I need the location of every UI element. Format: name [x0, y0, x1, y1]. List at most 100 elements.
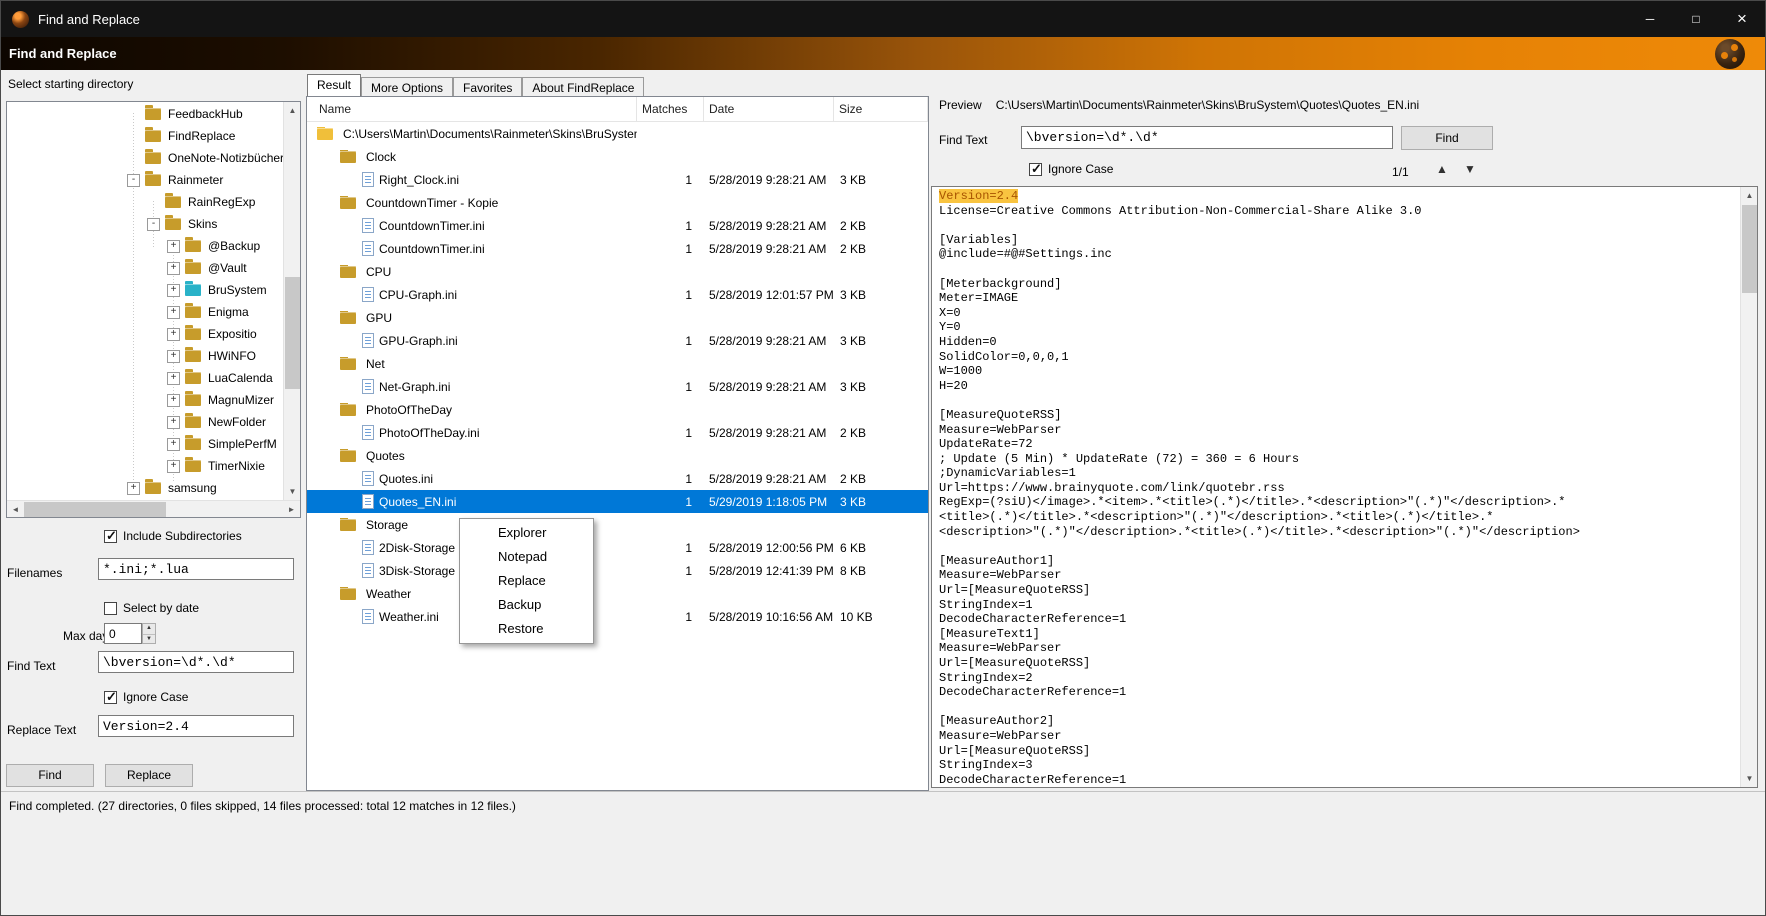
- expand-icon[interactable]: +: [167, 415, 180, 429]
- result-row-right-clock-ini[interactable]: Right_Clock.ini 1 5/28/2019 9:28:21 AM 3 KB: [307, 168, 928, 191]
- replace-button[interactable]: Replace: [105, 764, 193, 787]
- context-menu-item-backup[interactable]: Backup: [460, 593, 593, 617]
- result-row-clock[interactable]: Clock: [307, 145, 928, 168]
- result-row-2disk-storage[interactable]: 2Disk-Storage 1 5/28/2019 12:00:56 PM 6 KB: [307, 536, 928, 559]
- result-row-3disk-storage[interactable]: 3Disk-Storage 1 5/28/2019 12:41:39 PM 8 KB: [307, 559, 928, 582]
- preview-ignore-case-checkbox[interactable]: [1029, 161, 1042, 177]
- previous-match-icon[interactable]: ▲: [1436, 162, 1448, 176]
- column-header-matches[interactable]: Matches: [637, 97, 704, 121]
- expand-icon[interactable]: +: [167, 371, 180, 385]
- next-match-icon[interactable]: ▼: [1464, 162, 1476, 176]
- filenames-input[interactable]: [98, 558, 294, 580]
- expand-icon[interactable]: +: [167, 437, 180, 451]
- result-row-gpu[interactable]: GPU: [307, 306, 928, 329]
- tree-item-findreplace[interactable]: FindReplace: [7, 125, 283, 147]
- result-row-weather[interactable]: Weather: [307, 582, 928, 605]
- find-text-input[interactable]: [98, 651, 294, 673]
- result-row-countdowntimer-ini[interactable]: CountdownTimer.ini 1 5/28/2019 9:28:21 AM 2…: [307, 214, 928, 237]
- result-row-quotes-ini[interactable]: Quotes.ini 1 5/28/2019 9:28:21 AM 2 KB: [307, 467, 928, 490]
- expand-icon[interactable]: +: [167, 305, 180, 319]
- result-row-gpu-graph-ini[interactable]: GPU-Graph.ini 1 5/28/2019 9:28:21 AM 3 KB: [307, 329, 928, 352]
- expand-icon[interactable]: +: [167, 459, 180, 473]
- tree-item-simpleperfm[interactable]: + SimplePerfM: [7, 433, 283, 455]
- collapse-icon[interactable]: -: [147, 217, 160, 231]
- preview-scroll-thumb[interactable]: [1742, 205, 1757, 293]
- collapse-icon[interactable]: -: [127, 173, 140, 187]
- max-days-stepper[interactable]: ▲ ▼: [142, 623, 156, 644]
- include-subdirectories-checkbox[interactable]: [104, 528, 117, 544]
- scroll-up-icon[interactable]: ▲: [284, 102, 300, 119]
- select-by-date-checkbox[interactable]: [104, 601, 117, 615]
- preview-find-button[interactable]: Find: [1401, 126, 1493, 150]
- result-row-quotes-en-ini[interactable]: Quotes_EN.ini 1 5/29/2019 1:18:05 PM 3 KB: [307, 490, 928, 513]
- expand-icon[interactable]: +: [127, 481, 140, 495]
- tree-item-expositio[interactable]: + Expositio: [7, 323, 283, 345]
- column-header-date[interactable]: Date: [704, 97, 834, 121]
- result-row-photooftheday-ini[interactable]: PhotoOfTheDay.ini 1 5/28/2019 9:28:21 AM 2 …: [307, 421, 928, 444]
- expand-icon[interactable]: +: [167, 283, 180, 297]
- tree-vscroll-thumb[interactable]: [285, 277, 300, 389]
- close-button[interactable]: ×: [1719, 1, 1765, 37]
- tree-item-timernixie[interactable]: + TimerNixie: [7, 455, 283, 477]
- tree-item-rainmeter[interactable]: - Rainmeter: [7, 169, 283, 191]
- expand-icon[interactable]: +: [167, 261, 180, 275]
- column-header-name[interactable]: Name: [307, 97, 637, 121]
- tab-about-findreplace[interactable]: About FindReplace: [522, 77, 645, 96]
- tree-horizontal-scrollbar[interactable]: ◄ ►: [7, 500, 300, 517]
- context-menu-item-replace[interactable]: Replace: [460, 569, 593, 593]
- result-row-net[interactable]: Net: [307, 352, 928, 375]
- tree-item-enigma[interactable]: + Enigma: [7, 301, 283, 323]
- minimize-button[interactable]: ─: [1627, 1, 1673, 37]
- tab-more-options[interactable]: More Options: [361, 77, 454, 96]
- expand-icon[interactable]: +: [167, 393, 180, 407]
- result-row-storage[interactable]: Storage: [307, 513, 928, 536]
- tree-item-onenote-notizb-cher[interactable]: OneNote-Notizbücher: [7, 147, 283, 169]
- result-row-c-users-martin-documents-rainmeter-skins-brusystem[interactable]: C:\Users\Martin\Documents\Rainmeter\Skin…: [307, 122, 928, 145]
- result-row-quotes[interactable]: Quotes: [307, 444, 928, 467]
- result-row-countdowntimer-ini[interactable]: CountdownTimer.ini 1 5/28/2019 9:28:21 AM 2…: [307, 237, 928, 260]
- result-row-countdowntimer-kopie[interactable]: CountdownTimer - Kopie: [307, 191, 928, 214]
- result-row-weather-ini[interactable]: Weather.ini 1 5/28/2019 10:16:56 AM 10 KB: [307, 605, 928, 628]
- result-row-cpu-graph-ini[interactable]: CPU-Graph.ini 1 5/28/2019 12:01:57 PM 3 KB: [307, 283, 928, 306]
- result-row-net-graph-ini[interactable]: Net-Graph.ini 1 5/28/2019 9:28:21 AM 3 KB: [307, 375, 928, 398]
- scroll-left-icon[interactable]: ◄: [7, 501, 24, 517]
- tree-item-feedbackhub[interactable]: FeedbackHub: [7, 103, 283, 125]
- tree-item-magnumizer[interactable]: + MagnuMizer: [7, 389, 283, 411]
- result-row-cpu[interactable]: CPU: [307, 260, 928, 283]
- expand-icon[interactable]: +: [167, 349, 180, 363]
- result-row-photooftheday[interactable]: PhotoOfTheDay: [307, 398, 928, 421]
- preview-scroll-up-icon[interactable]: ▲: [1741, 187, 1757, 204]
- context-menu-item-notepad[interactable]: Notepad: [460, 545, 593, 569]
- stepper-down-icon[interactable]: ▼: [143, 634, 155, 644]
- tab-favorites[interactable]: Favorites: [453, 77, 523, 96]
- expand-icon[interactable]: +: [167, 239, 180, 253]
- tree-item-hwinfo[interactable]: + HWiNFO: [7, 345, 283, 367]
- tree-item-luacalenda[interactable]: + LuaCalenda: [7, 367, 283, 389]
- preview-scroll-down-icon[interactable]: ▼: [1741, 770, 1757, 787]
- replace-text-input[interactable]: [98, 715, 294, 737]
- scroll-down-icon[interactable]: ▼: [284, 483, 300, 500]
- tree-hscroll-thumb[interactable]: [24, 502, 166, 517]
- tree-vertical-scrollbar[interactable]: ▲ ▼: [283, 102, 300, 500]
- tree-item-newfolder[interactable]: + NewFolder: [7, 411, 283, 433]
- tree-item-vault[interactable]: + @Vault: [7, 257, 283, 279]
- stepper-up-icon[interactable]: ▲: [143, 624, 155, 634]
- context-menu-item-restore[interactable]: Restore: [460, 617, 593, 641]
- maximize-button[interactable]: □: [1673, 1, 1719, 37]
- context-menu-item-explorer[interactable]: Explorer: [460, 521, 593, 545]
- ignore-case-checkbox[interactable]: [104, 689, 117, 705]
- tree-item-skins[interactable]: - Skins: [7, 213, 283, 235]
- expand-icon[interactable]: +: [167, 327, 180, 341]
- scroll-right-icon[interactable]: ►: [283, 501, 300, 517]
- tree-item-samsung[interactable]: + samsung: [7, 477, 283, 499]
- max-days-input[interactable]: [104, 623, 142, 644]
- tree-item-backup[interactable]: + @Backup: [7, 235, 283, 257]
- column-header-size[interactable]: Size: [834, 97, 928, 121]
- find-button[interactable]: Find: [6, 764, 94, 787]
- preview-scrollbar[interactable]: ▲ ▼: [1740, 187, 1757, 787]
- preview-find-text-input[interactable]: [1021, 126, 1393, 149]
- tree-item-rainregexp[interactable]: RainRegExp: [7, 191, 283, 213]
- tree-item-brusystem[interactable]: + BruSystem: [7, 279, 283, 301]
- preview-line: [939, 218, 1740, 233]
- tab-result[interactable]: Result: [307, 74, 362, 96]
